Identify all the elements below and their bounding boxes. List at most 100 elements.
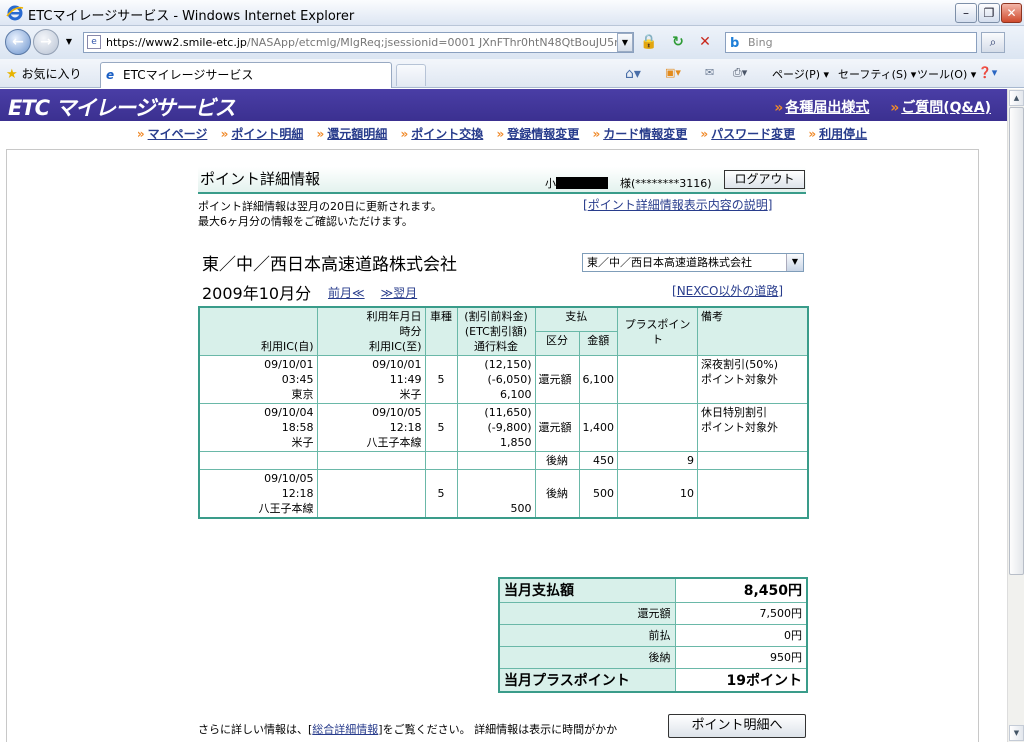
search-input[interactable]: b Bing [725,32,977,53]
cell-vehicle: 5 [424,403,458,452]
header-remarks: 備考 [697,306,809,356]
points-value: 19ポイント [674,667,808,693]
menu-password[interactable]: » パスワード変更 [700,125,798,142]
ie-logo-icon [6,5,24,21]
link-forms[interactable]: 各種届出様式 [785,100,869,116]
menu-points[interactable]: » ポイント明細 [221,125,307,142]
mail-icon[interactable]: ✉ [705,66,714,79]
search-button[interactable]: ⌕ [981,32,1005,53]
nexco-link-label: NEXCO以外の道路 [676,284,779,298]
user-name-prefix: 小 [545,177,556,190]
detail-info-link[interactable]: 総合詳細情報 [312,723,378,736]
menu-card[interactable]: » カード情報変更 [592,125,690,142]
update-note: ポイント詳細情報は翌月の20日に更新されます。 最大6ヶ月分の情報をご確認いただけ… [198,199,442,229]
safety-menu-label: セーフティ(S) [838,68,908,81]
url-dropdown-icon[interactable]: ▼ [617,33,633,52]
header-payment: 支払 [534,306,618,333]
safety-menu[interactable]: セーフティ(S) ▾ [838,66,916,82]
star-icon: ★ [6,67,18,82]
cell-fee [456,451,536,470]
favorites-button[interactable]: ★ お気に入り [6,65,82,82]
arrow-icon: » [890,100,900,116]
print-icon[interactable]: ⎙▾ [733,66,747,80]
cell-fee: (11,650) (-9,800) 1,850 [456,403,536,452]
prev-month-link[interactable]: 前月≪ [328,286,365,300]
company-select[interactable]: 東／中／西日本高速道路株式会社 ▼ [582,253,804,272]
company-name: 東／中／西日本高速道路株式会社 [202,255,457,275]
home-icon[interactable]: ⌂▾ [625,66,641,82]
minimize-button[interactable]: – [955,3,977,23]
next-month-link[interactable]: ≫翌月 [381,286,418,300]
close-button[interactable]: ✕ [1001,3,1022,23]
footer-note: さらに詳しい情報は、[総合詳細情報]をご覧ください。 詳細情報は表示に時間がかか [198,721,617,737]
cell-remarks: 深夜割引(50%) ポイント対象外 [697,355,809,404]
menu-registration[interactable]: » 登録情報変更 [496,125,582,142]
vertical-scrollbar[interactable]: ▲ ▼ [1007,89,1024,742]
back-button[interactable]: ← [5,29,31,55]
url-path: /NASApp/etcmlg/MlgReq;jsessionid=0001 JX… [246,36,634,49]
site-logo[interactable]: ETC マイレージサービス [8,92,236,122]
cell-from: 09/10/05 12:18 八王子本線 [198,469,318,519]
postpay-label: 後納 [498,645,676,669]
url-field[interactable]: e https://www2.smile-etc.jp/NASApp/etcml… [83,32,634,53]
refresh-icon[interactable]: ↻ [668,32,688,52]
browser-tab[interactable]: e ETCマイレージサービス [100,62,392,88]
note-line-1: ポイント詳細情報は翌月の20日に更新されます。 [198,200,442,213]
header-amount: 金額 [578,331,618,356]
cell-remarks: 休日特別割引 ポイント対象外 [697,403,809,452]
tools-menu-label: ツール(O) [917,68,968,81]
prepay-value: 0円 [674,623,808,647]
favorites-bar: ★ お気に入り e ETCマイレージサービス ⌂▾ ▣▾ ✉ ⎙▾ ページ(P) … [0,59,1024,88]
bing-logo-icon: b [730,36,740,51]
tab-ie-icon: e [106,68,115,82]
page-menu[interactable]: ページ(P) ▾ [772,66,829,82]
cell-amount: 500 [578,469,618,519]
scroll-up-icon[interactable]: ▲ [1009,90,1024,106]
table-header-row: 利用IC(自) 利用年月日 時分 利用IC(至) 車種 (割引前料金) (ETC割引額… [198,306,809,356]
page-viewport: ETC マイレージサービス » 各種届出様式 » ご質問(Q&A) » マイページ » ポ… [0,89,1007,742]
menu-refund[interactable]: » 還元額明細 [317,125,391,142]
header-plus-point: プラスポイント [617,306,698,356]
menu-mypage[interactable]: » マイページ [137,125,211,142]
lock-icon[interactable]: 🔒 [639,32,659,52]
header-links: » 各種届出様式 » ご質問(Q&A) [774,97,991,117]
scroll-down-icon[interactable]: ▼ [1009,725,1024,741]
menu-stop[interactable]: » 利用停止 [808,125,870,142]
month-nav: 前月≪ ≫翌月 [328,284,433,301]
favorites-label: お気に入り [21,67,82,81]
history-dropdown-icon[interactable]: ▼ [61,33,77,52]
logout-button[interactable]: ログアウト [724,170,805,189]
link-faq[interactable]: ご質問(Q&A) [901,100,991,116]
total-label: 当月支払額 [498,577,676,603]
cell-fee: 500 [456,469,536,519]
stop-icon[interactable]: ✕ [695,32,715,52]
header-fee: (割引前料金) (ETC割引額) 通行料金 [456,306,536,356]
refund-value: 7,500円 [674,601,808,625]
new-tab-button[interactable] [396,64,426,86]
help-icon[interactable]: ❓▾ [978,66,997,79]
scroll-thumb[interactable] [1009,107,1024,575]
cell-vehicle: 5 [424,469,458,519]
restore-button[interactable]: ❐ [978,3,1000,23]
cell-vehicle [424,451,458,470]
tools-menu[interactable]: ツール(O) ▾ [917,66,976,82]
menu-exchange[interactable]: » ポイント交換 [401,125,487,142]
header-vehicle: 車種 [424,306,458,356]
cell-plus-point: 9 [617,451,698,470]
cell-to: 09/10/01 11:49 米子 [316,355,426,404]
table-row: 09/10/04 18:58 米子 09/10/05 12:18 八王子本線 5 (11… [198,403,809,452]
summary-row-total: 当月支払額 8,450円 [498,577,808,603]
prepay-label: 前払 [498,623,676,647]
point-detail-button[interactable]: ポイント明細へ [668,714,806,738]
summary-row-points: 当月プラスポイント 19ポイント [498,667,808,693]
note-line-2: 最大6ヶ月分の情報をご確認いただけます。 [198,215,413,228]
feeds-icon[interactable]: ▣▾ [665,66,681,79]
search-placeholder: Bing [748,36,773,49]
page-menu-label: ページ(P) [772,68,820,81]
nexco-link[interactable]: [NEXCO以外の道路] [672,282,783,299]
arrow-icon: » [774,100,784,116]
explain-link[interactable]: [ポイント詳細情報表示内容の説明] [583,196,772,213]
forward-button[interactable]: → [33,29,59,55]
summary-table: 当月支払額 8,450円 還元額 7,500円 前払 0円 後納 950円 当月プラスポ… [498,577,808,693]
detail-table: 利用IC(自) 利用年月日 時分 利用IC(至) 車種 (割引前料金) (ETC割引額… [198,306,809,519]
